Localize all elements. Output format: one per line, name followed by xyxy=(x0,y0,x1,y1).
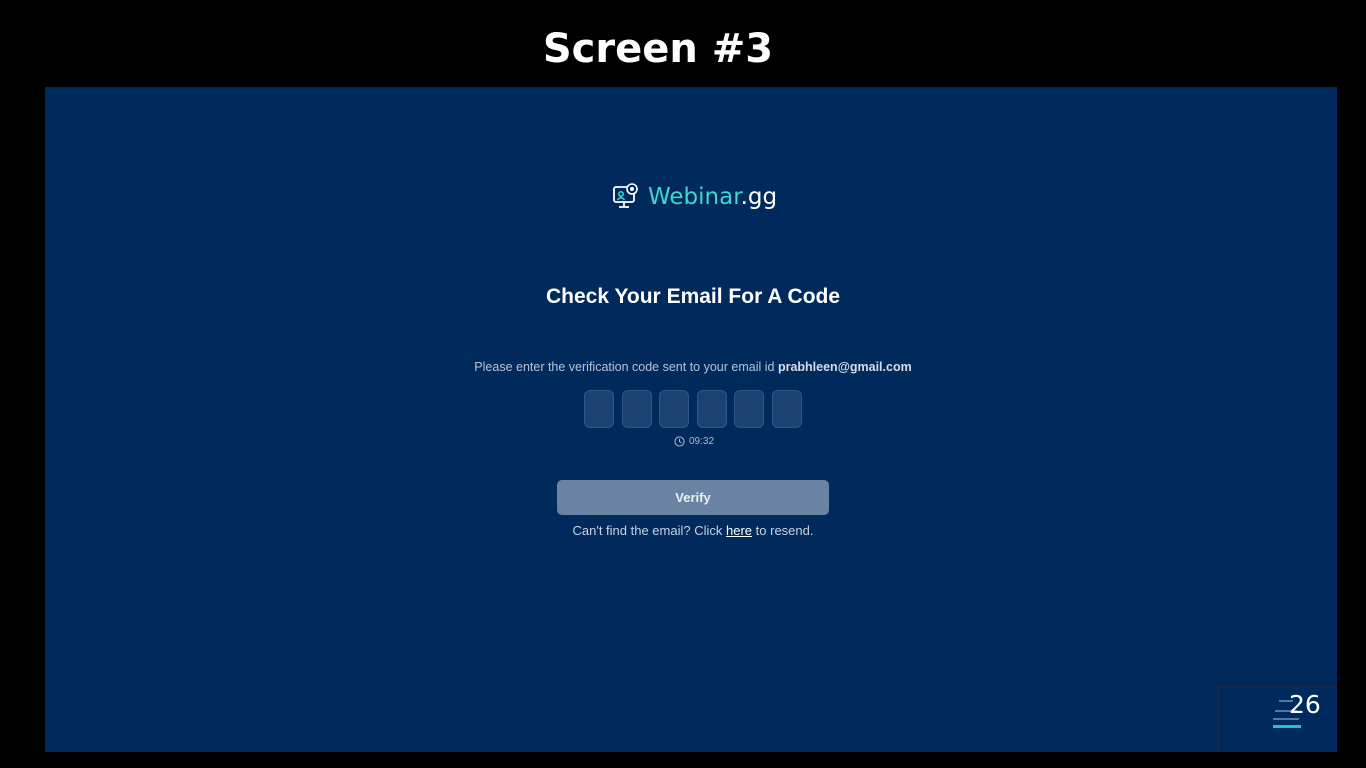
recipient-email: prabhleen@gmail.com xyxy=(777,360,912,374)
brand-logo: Webinar.gg xyxy=(612,183,777,211)
verify-button[interactable]: Verify xyxy=(557,480,829,515)
resend-prefix: Can't find the email? Click xyxy=(572,523,723,538)
countdown-timer: 09:32 xyxy=(674,436,714,447)
code-digit-1[interactable] xyxy=(584,390,614,428)
verification-code-input xyxy=(584,390,809,428)
resend-link[interactable]: here xyxy=(726,523,752,538)
code-digit-4[interactable] xyxy=(696,390,727,428)
timer-value: 09:32 xyxy=(689,436,715,447)
slide-title: Screen #3 xyxy=(542,26,774,72)
brand-name-suffix: .gg xyxy=(740,184,778,210)
instruction-text: Please enter the verification code sent … xyxy=(45,360,1341,374)
instruction-label: Please enter the verification code sent … xyxy=(474,360,775,374)
brand-name: Webinar.gg xyxy=(648,184,777,210)
brand-name-accent: Webinar xyxy=(648,184,741,210)
code-digit-5[interactable] xyxy=(734,390,764,428)
page-heading: Check Your Email For A Code xyxy=(545,285,841,308)
app-screen: Webinar.gg Check Your Email For A Code P… xyxy=(45,87,1337,752)
code-digit-2[interactable] xyxy=(621,390,652,428)
code-digit-6[interactable] xyxy=(771,390,802,428)
resend-text: Can't find the email? Click here to rese… xyxy=(45,523,1341,538)
webinar-monitor-icon xyxy=(613,183,638,208)
page-number: 26 xyxy=(1289,690,1321,719)
resend-suffix: to resend. xyxy=(755,523,814,538)
code-digit-3[interactable] xyxy=(659,390,689,428)
thumbnail-accent-bar xyxy=(1273,725,1301,728)
clock-icon xyxy=(674,436,685,447)
